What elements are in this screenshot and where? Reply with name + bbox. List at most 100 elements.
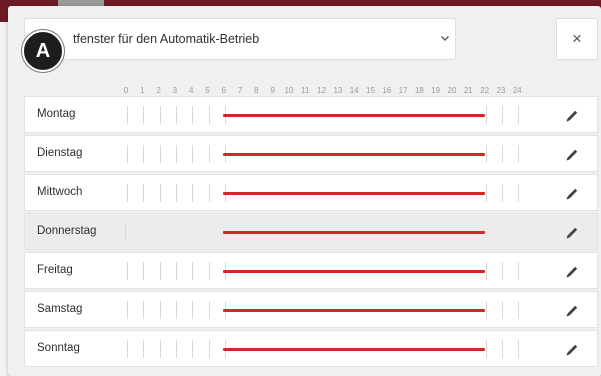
day-row-dienstag[interactable]: Dienstag	[24, 135, 598, 172]
edit-button[interactable]	[561, 222, 583, 244]
edit-button[interactable]	[561, 300, 583, 322]
hour-label: 12	[317, 86, 327, 95]
active-time-bar[interactable]	[222, 270, 485, 273]
hour-tick	[125, 223, 126, 241]
close-button[interactable]: ×	[556, 18, 598, 60]
hour-label: 21	[463, 86, 473, 95]
hour-tick	[518, 145, 520, 163]
hour-tick	[159, 145, 161, 163]
hour-tick	[208, 106, 210, 124]
day-row-samstag[interactable]: Samstag	[24, 291, 598, 328]
hour-label: 17	[398, 86, 408, 95]
edit-button[interactable]	[561, 105, 583, 127]
edit-button[interactable]	[561, 339, 583, 361]
pencil-icon	[566, 266, 578, 278]
app-left-strip	[0, 22, 8, 376]
hour-label: 4	[188, 86, 194, 95]
hour-tick	[192, 145, 194, 163]
hour-tick	[175, 340, 177, 358]
hour-tick	[175, 262, 177, 280]
day-row-sonntag[interactable]: Sonntag	[24, 330, 598, 367]
hour-label: 20	[447, 86, 457, 95]
hour-tick	[501, 106, 503, 124]
hour-tick	[192, 184, 194, 202]
edit-button[interactable]	[561, 261, 583, 283]
hour-tick	[192, 301, 194, 319]
day-row-montag[interactable]: Montag	[24, 96, 598, 133]
hour-label: 9	[270, 86, 275, 95]
active-time-bar[interactable]	[222, 309, 485, 312]
hour-tick	[127, 106, 128, 124]
hour-tick	[159, 301, 161, 319]
hour-tick	[127, 262, 128, 280]
hour-label: 14	[349, 86, 359, 95]
hour-tick	[208, 340, 210, 358]
pencil-icon	[566, 227, 578, 239]
pencil-icon	[566, 149, 578, 161]
hour-label: 22	[480, 86, 490, 95]
hour-label: 16	[382, 86, 392, 95]
hour-tick	[485, 184, 487, 202]
hour-label: 1	[140, 86, 145, 95]
hour-tick	[127, 184, 128, 202]
active-time-bar[interactable]	[222, 153, 485, 156]
hour-tick	[485, 301, 487, 319]
time-window-dialog: tfenster für den Automatik-Betrieb × 012…	[8, 6, 601, 376]
day-row-donnerstag[interactable]: Donnerstag	[24, 213, 598, 250]
pencil-icon	[566, 305, 578, 317]
edit-button[interactable]	[561, 144, 583, 166]
hour-label: 0	[123, 86, 129, 95]
hour-tick	[159, 184, 161, 202]
hour-tick	[208, 301, 210, 319]
hour-label: 5	[205, 86, 210, 95]
hour-label: 2	[156, 86, 161, 95]
annotation-badge: A	[22, 30, 64, 72]
hour-tick	[143, 106, 145, 124]
edit-button[interactable]	[561, 183, 583, 205]
hour-tick	[518, 262, 520, 280]
hour-tick	[518, 301, 520, 319]
pencil-icon	[566, 188, 578, 200]
mode-select-value: tfenster für den Automatik-Betrieb	[73, 32, 260, 46]
day-label: Donnerstag	[37, 225, 97, 237]
hour-tick	[208, 145, 210, 163]
day-row-mittwoch[interactable]: Mittwoch	[24, 174, 598, 211]
hour-tick	[518, 106, 520, 124]
day-row-freitag[interactable]: Freitag	[24, 252, 598, 289]
hour-tick	[159, 340, 161, 358]
hour-tick	[143, 145, 145, 163]
hour-tick	[127, 340, 128, 358]
active-time-bar[interactable]	[222, 231, 485, 234]
hour-label: 7	[237, 86, 243, 95]
hour-tick	[159, 262, 161, 280]
hour-tick	[192, 262, 194, 280]
hour-tick	[485, 262, 487, 280]
pencil-icon	[566, 344, 578, 356]
hour-tick	[208, 262, 210, 280]
hour-tick	[501, 340, 503, 358]
hour-tick	[518, 340, 520, 358]
hour-tick	[501, 145, 503, 163]
hour-tick	[501, 262, 503, 280]
hour-tick	[175, 106, 177, 124]
chevron-down-icon	[439, 31, 451, 45]
hour-tick	[175, 301, 177, 319]
hour-tick	[192, 340, 194, 358]
hour-label: 10	[284, 86, 294, 95]
hour-tick	[485, 145, 487, 163]
hour-tick	[175, 145, 177, 163]
hour-label: 11	[301, 86, 310, 95]
hour-tick	[127, 301, 128, 319]
active-time-bar[interactable]	[222, 192, 485, 195]
mode-select[interactable]: tfenster für den Automatik-Betrieb	[24, 18, 456, 60]
active-time-bar[interactable]	[222, 348, 485, 351]
hour-tick	[485, 340, 487, 358]
hour-label: 15	[366, 86, 375, 95]
active-time-bar[interactable]	[222, 114, 485, 117]
hour-tick	[143, 340, 145, 358]
pencil-icon	[566, 110, 578, 122]
hour-label: 3	[172, 86, 178, 95]
hour-tick	[143, 184, 145, 202]
hour-tick	[127, 145, 128, 163]
hour-label: 23	[496, 86, 506, 95]
